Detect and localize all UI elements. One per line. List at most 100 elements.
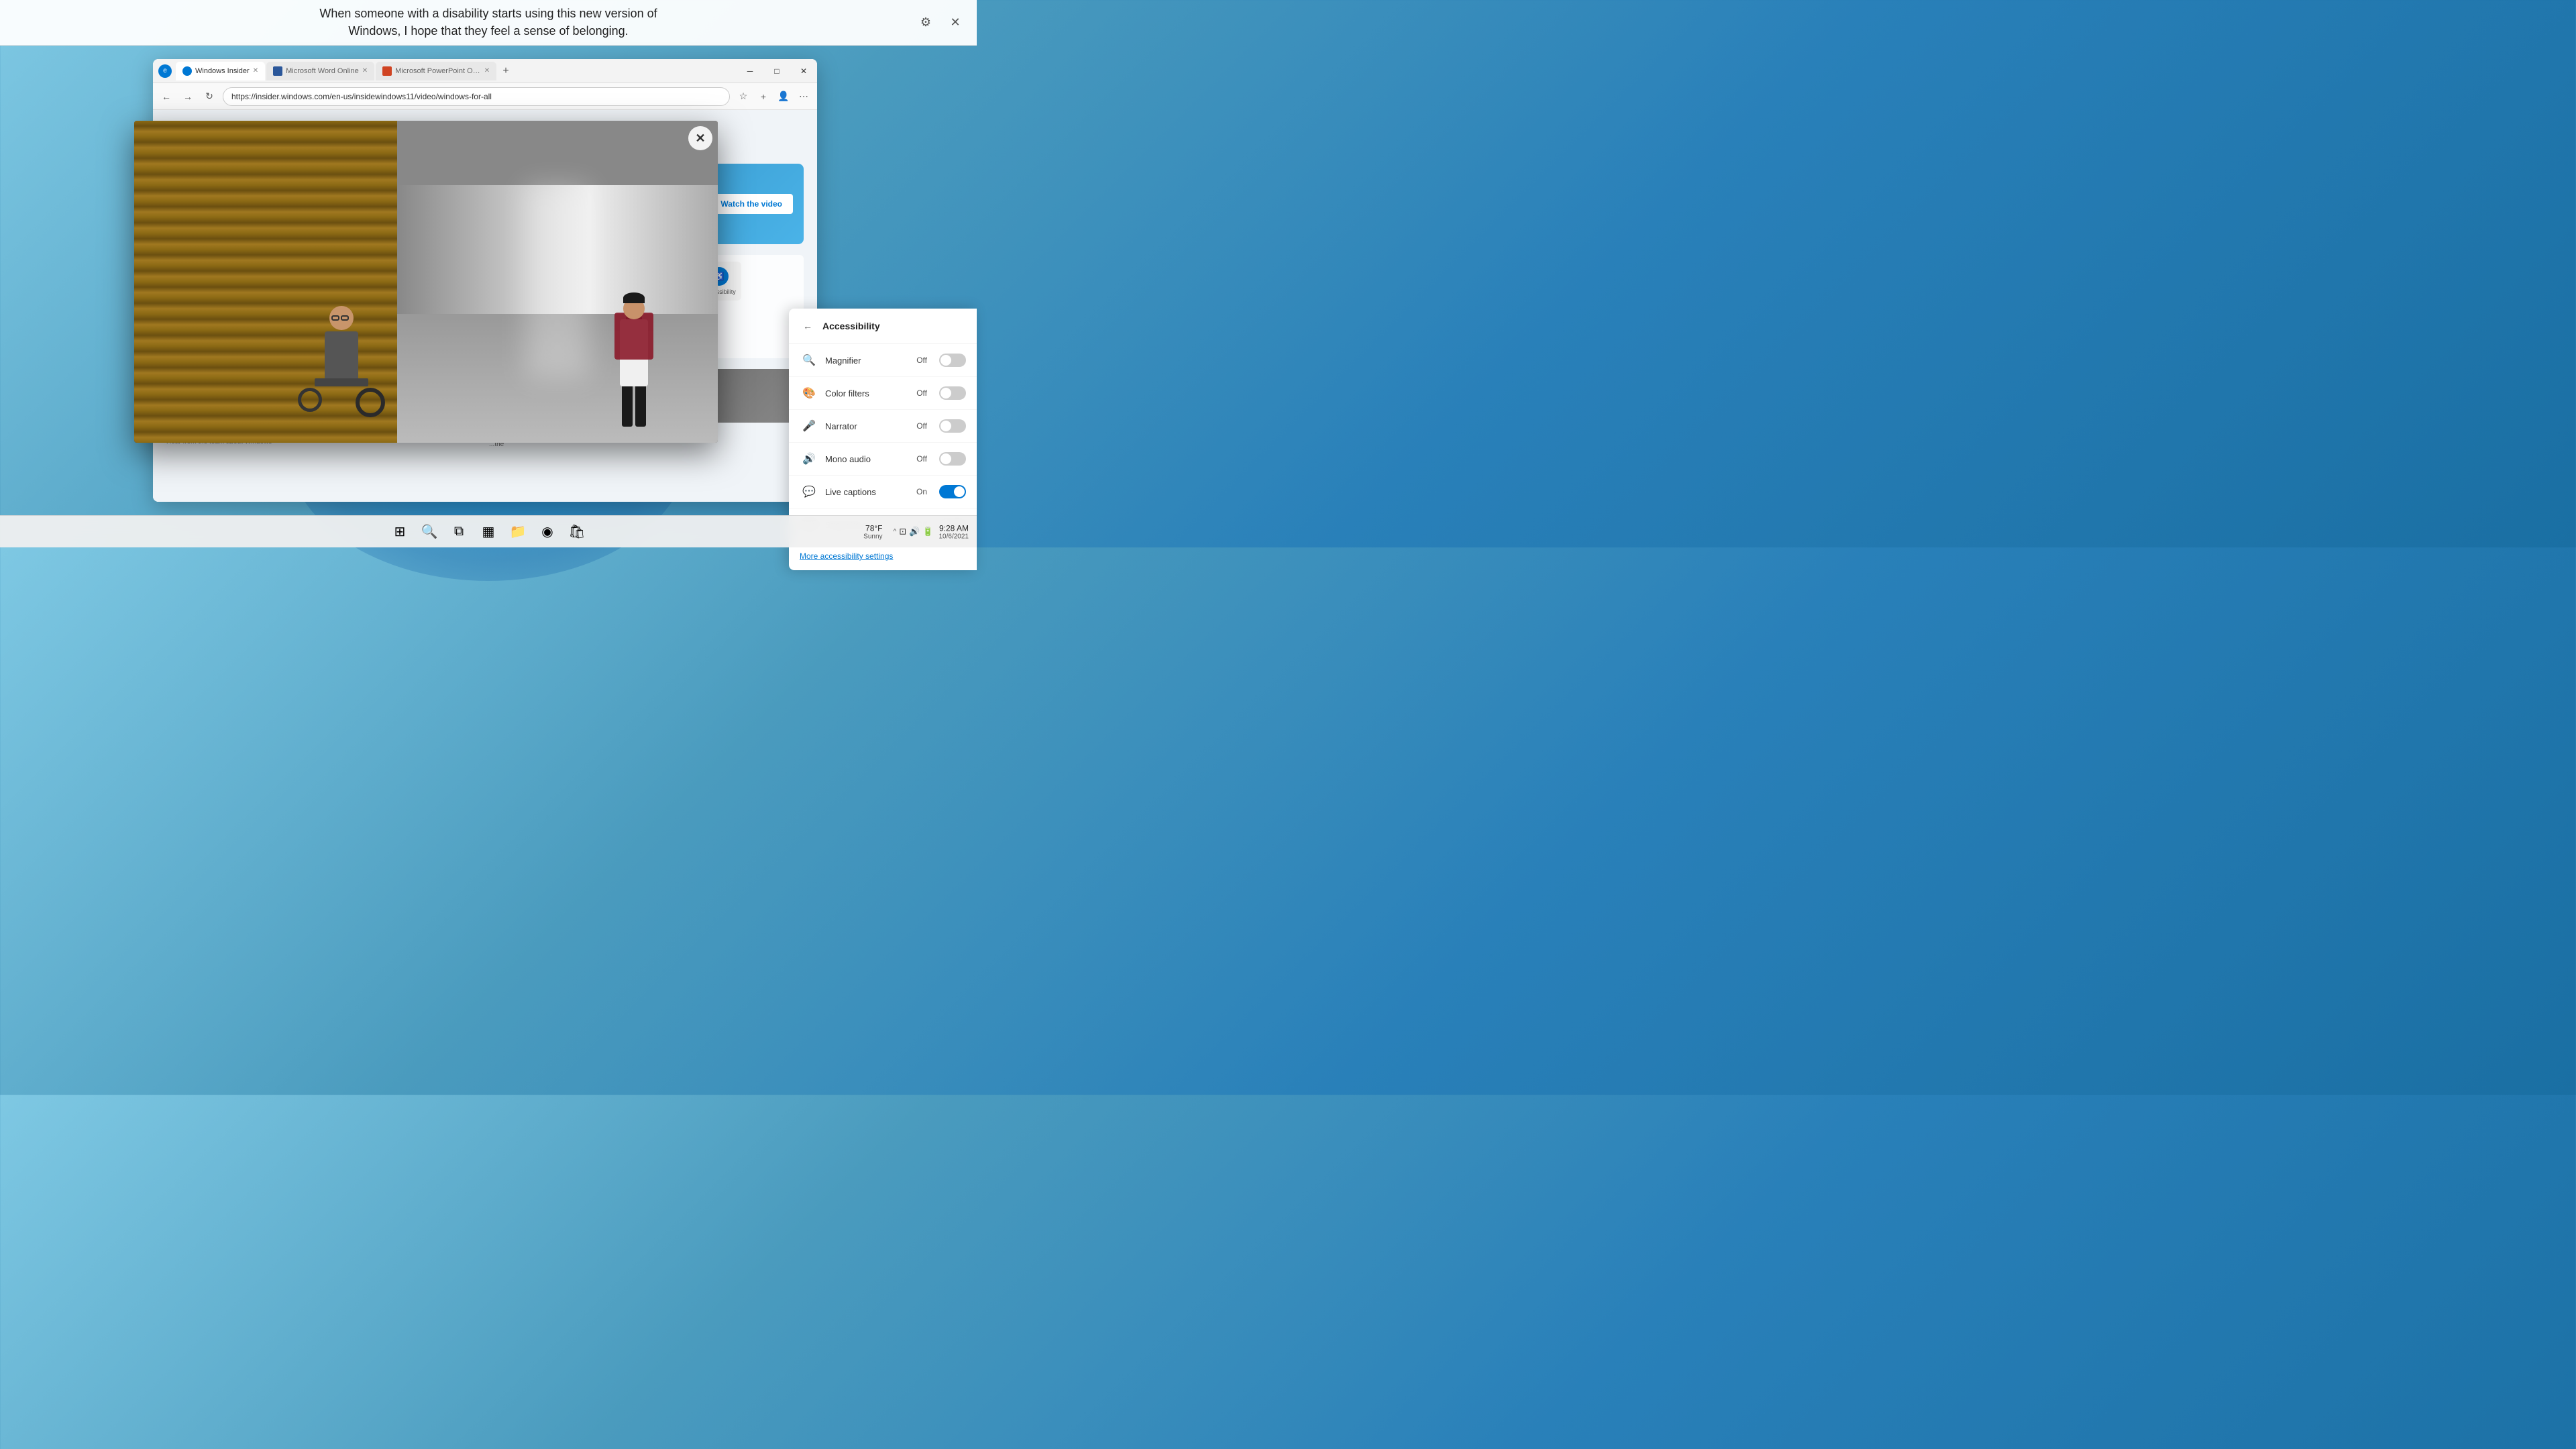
live-captions-status: On	[916, 487, 927, 496]
current-date: 10/6/2021	[939, 533, 969, 540]
person-scarf	[614, 313, 653, 360]
more-accessibility-settings-link[interactable]: More accessibility settings	[800, 551, 893, 561]
magnifier-toggle-thumb	[941, 355, 951, 366]
new-tab-button[interactable]: +	[498, 63, 514, 79]
wheelchair-person-head	[329, 306, 354, 330]
search-taskbar-icon[interactable]: 🔍	[416, 519, 443, 545]
battery-icon[interactable]: 🔋	[922, 527, 933, 537]
magnifier-toggle[interactable]	[939, 354, 966, 367]
live-captions-item: 💬 Live captions On	[789, 476, 977, 508]
leg-left	[622, 386, 633, 427]
browser-titlebar: e Windows Insider ✕ Microsoft Word Onlin…	[153, 59, 817, 83]
glass-right	[341, 315, 349, 321]
live-captions-label: Live captions	[825, 487, 910, 497]
mono-audio-label: Mono audio	[825, 454, 910, 464]
notification-tray-expand[interactable]: ^	[894, 528, 897, 535]
magnifier-icon: 🔍	[800, 351, 818, 370]
wheelchair-seat	[315, 378, 368, 386]
person-wheelchair	[298, 306, 385, 417]
narrator-toggle[interactable]	[939, 419, 966, 433]
tab-ppt-online[interactable]: Microsoft PowerPoint Online ✕	[376, 62, 496, 80]
narrator-status: Off	[916, 421, 927, 431]
store-icon[interactable]: 🛍	[564, 519, 590, 545]
magnifier-item: 🔍 Magnifier Off	[789, 344, 977, 377]
forward-button[interactable]: →	[180, 89, 196, 105]
mono-audio-status: Off	[916, 454, 927, 464]
profile-icon[interactable]: 👤	[775, 89, 792, 105]
magnifier-status: Off	[916, 356, 927, 365]
tab-windows-insider[interactable]: Windows Insider ✕	[176, 62, 265, 80]
mono-audio-toggle[interactable]	[939, 452, 966, 466]
video-modal: ✕	[134, 121, 718, 443]
color-filters-icon: 🎨	[800, 384, 818, 402]
system-tray-icons: ^ ⊡ 🔊 🔋	[894, 527, 934, 537]
notification-close-button[interactable]: ✕	[945, 12, 966, 34]
edge-taskbar-icon[interactable]: ◉	[534, 519, 561, 545]
browser-action-icons: ☆ + 👤 ⋯	[735, 89, 812, 105]
favorites-icon[interactable]: ☆	[735, 89, 751, 105]
hallway-ceiling	[397, 121, 718, 185]
hallway-light	[525, 185, 590, 378]
file-explorer-icon[interactable]: 📁	[504, 519, 531, 545]
tab-label-insider: Windows Insider	[195, 67, 250, 75]
minimize-button[interactable]: ─	[737, 59, 763, 83]
close-button[interactable]: ✕	[790, 59, 817, 83]
tab-favicon-edge	[182, 66, 192, 76]
tab-label-ppt: Microsoft PowerPoint Online	[395, 67, 481, 75]
taskbar-clock[interactable]: 9:28 AM 10/6/2021	[939, 523, 969, 540]
window-controls: ─ □ ✕	[737, 59, 817, 83]
tab-favicon-ppt	[382, 66, 392, 76]
color-filters-label: Color filters	[825, 388, 910, 398]
network-icon[interactable]: ⊡	[899, 527, 906, 537]
narrator-icon: 🎤	[800, 417, 818, 435]
weather-temperature: 78°F	[865, 523, 882, 533]
person-legs	[622, 386, 646, 427]
tab-close-ppt[interactable]: ✕	[484, 67, 490, 74]
volume-icon[interactable]: 🔊	[909, 527, 920, 537]
tab-close-word[interactable]: ✕	[362, 67, 368, 74]
narrator-item: 🎤 Narrator Off	[789, 410, 977, 443]
accessibility-title: Accessibility	[822, 321, 880, 331]
task-view-icon[interactable]: ⧉	[445, 519, 472, 545]
tab-word-online[interactable]: Microsoft Word Online ✕	[266, 62, 374, 80]
magnifier-label: Magnifier	[825, 356, 910, 366]
live-captions-toggle[interactable]	[939, 485, 966, 498]
standing-person	[620, 292, 648, 427]
color-filters-toggle[interactable]	[939, 386, 966, 400]
mono-audio-toggle-thumb	[941, 453, 951, 464]
widgets-icon[interactable]: ▦	[475, 519, 502, 545]
tab-close-insider[interactable]: ✕	[253, 67, 258, 74]
notification-actions: ⚙ ✕	[915, 12, 966, 34]
tab-favicon-word	[273, 66, 282, 76]
person-outfit	[620, 319, 648, 386]
wheelchair-wheels	[298, 388, 385, 417]
refresh-button[interactable]: ↻	[201, 89, 217, 105]
start-button[interactable]: ⊞	[386, 519, 413, 545]
browser-favicon: e	[158, 64, 172, 78]
hero-cta-button[interactable]: Watch the video	[710, 194, 793, 214]
glasses	[331, 315, 352, 321]
address-bar-input[interactable]: https://insider.windows.com/en-us/inside…	[223, 87, 730, 106]
back-button[interactable]: ←	[158, 89, 174, 105]
accessibility-back-button[interactable]: ←	[800, 318, 816, 334]
browser-addressbar: ← → ↻ https://insider.windows.com/en-us/…	[153, 83, 817, 110]
wheel-large	[356, 388, 385, 417]
hallway	[397, 121, 718, 443]
collections-icon[interactable]: +	[755, 89, 771, 105]
video-close-button[interactable]: ✕	[688, 126, 712, 150]
weather-condition: Sunny	[863, 533, 882, 540]
notification-text: When someone with a disability starts us…	[319, 5, 657, 39]
more-options-icon[interactable]: ⋯	[796, 89, 812, 105]
settings-icon-button[interactable]: ⚙	[915, 12, 936, 34]
wheel-small	[298, 388, 322, 412]
taskbar-right: 78°F Sunny ^ ⊡ 🔊 🔋 9:28 AM 10/6/2021	[863, 523, 969, 540]
tab-label-word: Microsoft Word Online	[286, 67, 359, 75]
narrator-label: Narrator	[825, 421, 910, 431]
video-scene	[134, 121, 718, 443]
current-time: 9:28 AM	[939, 523, 969, 533]
color-filters-toggle-thumb	[941, 388, 951, 398]
mono-audio-icon: 🔊	[800, 449, 818, 468]
person-hair	[623, 292, 645, 303]
weather-widget[interactable]: 78°F Sunny	[863, 523, 882, 540]
maximize-button[interactable]: □	[763, 59, 790, 83]
